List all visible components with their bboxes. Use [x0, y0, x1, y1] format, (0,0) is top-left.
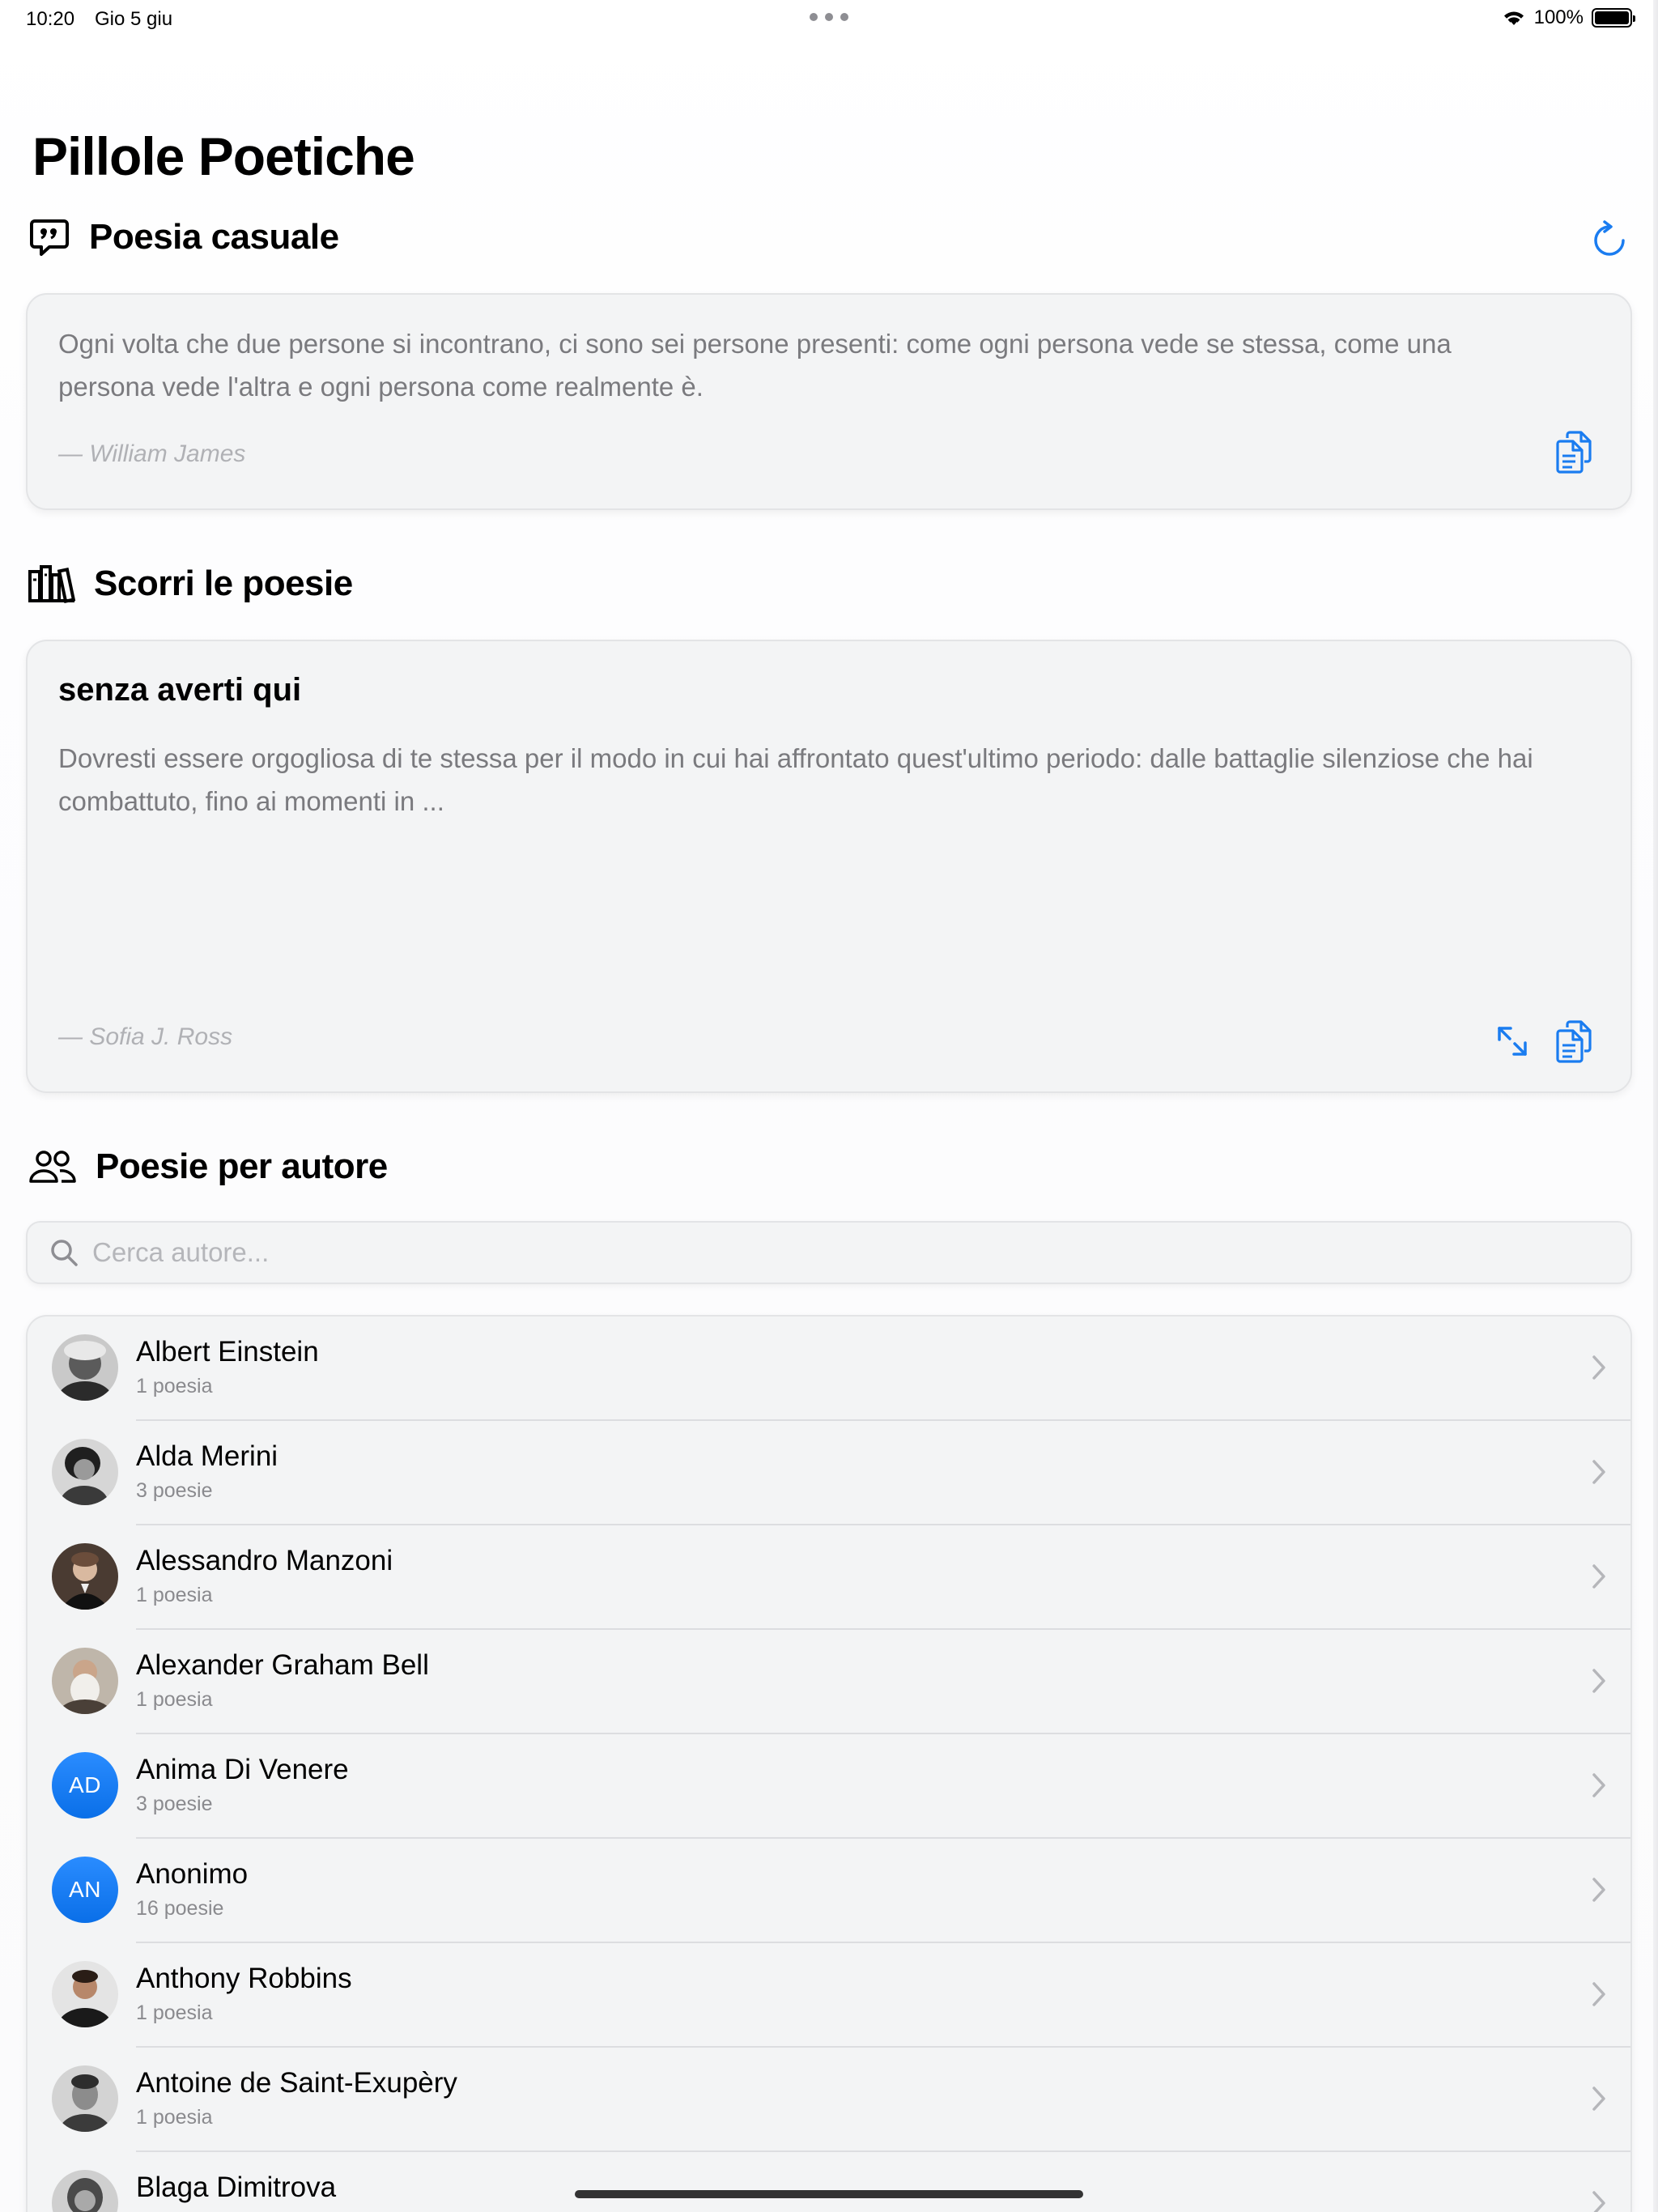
- avatar-initials: AN: [52, 1857, 118, 1923]
- section-random-poem-header: Poesia casuale: [28, 215, 339, 259]
- author-name: Albert Einstein: [136, 1336, 319, 1368]
- chevron-right-icon: [1592, 1564, 1605, 1589]
- chevron-right-icon: [1592, 1773, 1605, 1797]
- chevron-right-icon: [1592, 1355, 1605, 1380]
- random-poem-author: — William James: [58, 440, 246, 467]
- chevron-right-icon: [1592, 1669, 1605, 1693]
- poem-title: senza averti qui: [58, 672, 302, 708]
- author-row[interactable]: Alda Merini 3 poesie: [28, 1421, 1630, 1525]
- random-poem-text: Ogni volta che due persone si incontrano…: [58, 329, 1452, 402]
- chevron-right-icon: [1592, 2191, 1605, 2212]
- author-search-input[interactable]: [92, 1229, 1614, 1276]
- search-icon: [51, 1240, 78, 1266]
- expand-icon: [1498, 1027, 1527, 1056]
- section-title-random: Poesia casuale: [89, 217, 339, 257]
- quote-bubble-icon: [28, 215, 71, 259]
- author-row[interactable]: Alessandro Manzoni 1 poesia: [28, 1525, 1630, 1630]
- refresh-icon: [1594, 220, 1625, 256]
- random-poem-card: Ogni volta che due persone si incontrano…: [26, 293, 1632, 510]
- author-name: Alda Merini: [136, 1440, 278, 1472]
- poem-excerpt: Dovresti essere orgogliosa di te stessa …: [58, 743, 1533, 816]
- copy-icon: [1556, 1020, 1592, 1063]
- battery-percent: 100%: [1533, 6, 1584, 28]
- battery-icon: [1592, 8, 1635, 28]
- status-date: Gio 5 giu: [95, 8, 173, 30]
- author-name: Anthony Robbins: [136, 1963, 352, 1994]
- author-poem-count: 1 poesia: [136, 2106, 213, 2129]
- status-right: 100%: [1502, 6, 1635, 29]
- chevron-right-icon: [1592, 1982, 1605, 2006]
- author-row[interactable]: Blaga Dimitrova: [28, 2152, 1630, 2212]
- avatar: [52, 1439, 118, 1505]
- author-row[interactable]: Alexander Graham Bell 1 poesia: [28, 1630, 1630, 1734]
- author-poem-count: 16 poesie: [136, 1897, 224, 1920]
- author-search-bar[interactable]: [26, 1221, 1632, 1284]
- copy-icon: [1556, 431, 1592, 474]
- author-poem-count: 1 poesia: [136, 1584, 213, 1606]
- chevron-right-icon: [1592, 1460, 1605, 1484]
- author-list: Albert Einstein 1 poesia Alda Merini 3 p…: [26, 1315, 1632, 2212]
- author-name: Anima Di Venere: [136, 1754, 349, 1785]
- avatar: [52, 1961, 118, 2027]
- author-name: Anonimo: [136, 1858, 249, 1890]
- app-screen: 10:20 Gio 5 giu 100% Pillole Poetiche Po…: [0, 0, 1658, 2212]
- status-bar: 10:20 Gio 5 giu 100%: [0, 0, 1658, 39]
- page-title: Pillole Poetiche: [32, 126, 415, 186]
- author-row[interactable]: Antoine de Saint-Exupèry 1 poesia: [28, 2048, 1630, 2152]
- avatar-initials: AD: [52, 1752, 118, 1819]
- browse-poem-card[interactable]: senza averti qui Dovresti essere orgogli…: [26, 640, 1632, 1093]
- author-poem-count: 3 poesie: [136, 1793, 213, 1815]
- wifi-icon: [1503, 11, 1524, 25]
- scroll-edge: [1653, 0, 1658, 2212]
- copy-poem-button[interactable]: [1551, 1019, 1596, 1064]
- section-title-authors: Poesie per autore: [96, 1146, 388, 1186]
- author-name: Alexander Graham Bell: [136, 1649, 429, 1681]
- chevron-right-icon: [1592, 2087, 1605, 2111]
- people-icon: [28, 1145, 78, 1189]
- author-name: Alessandro Manzoni: [136, 1545, 393, 1576]
- chevron-right-icon: [1592, 1878, 1605, 1902]
- avatar: [52, 2170, 118, 2212]
- author-poem-count: 1 poesia: [136, 1375, 213, 1397]
- author-name: Antoine de Saint-Exupèry: [136, 2067, 457, 2099]
- avatar: [52, 1543, 118, 1610]
- section-browse-header: Scorri le poesie: [28, 562, 353, 606]
- avatar: [52, 2065, 118, 2132]
- author-row[interactable]: AN Anonimo 16 poesie: [28, 1839, 1630, 1943]
- author-name: Blaga Dimitrova: [136, 2172, 337, 2203]
- status-time: 10:20: [26, 8, 75, 30]
- refresh-button[interactable]: [1587, 217, 1632, 262]
- copy-random-poem-button[interactable]: [1551, 429, 1596, 474]
- author-poem-count: 3 poesie: [136, 1479, 213, 1502]
- home-indicator[interactable]: [575, 2190, 1083, 2198]
- avatar: [52, 1648, 118, 1714]
- avatar: [52, 1334, 118, 1401]
- books-icon: [28, 562, 76, 606]
- poem-author: — Sofia J. Ross: [58, 1023, 233, 1050]
- section-title-browse: Scorri le poesie: [94, 564, 353, 603]
- multitasking-dots-icon[interactable]: [810, 13, 848, 21]
- section-authors-header: Poesie per autore: [28, 1145, 388, 1189]
- author-poem-count: 1 poesia: [136, 2001, 213, 2024]
- author-row[interactable]: Anthony Robbins 1 poesia: [28, 1943, 1630, 2048]
- expand-poem-button[interactable]: [1490, 1019, 1535, 1064]
- author-poem-count: 1 poesia: [136, 1688, 213, 1711]
- author-row[interactable]: Albert Einstein 1 poesia: [28, 1317, 1630, 1421]
- author-row[interactable]: AD Anima Di Venere 3 poesie: [28, 1734, 1630, 1839]
